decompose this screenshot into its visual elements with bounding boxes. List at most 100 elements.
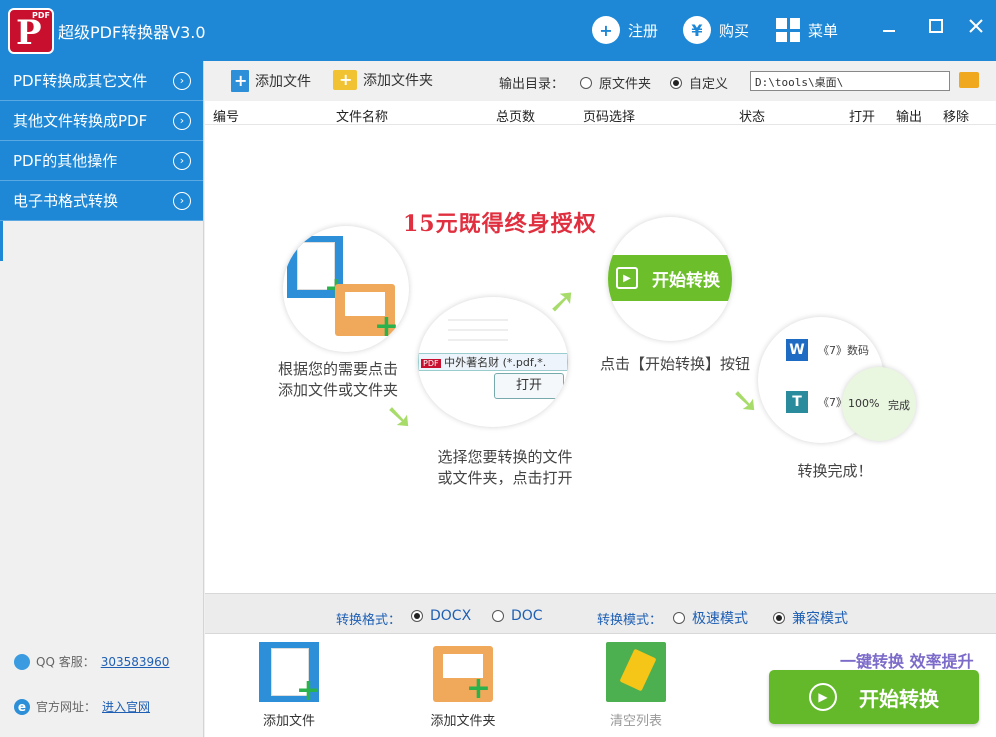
close-button[interactable]	[964, 14, 988, 38]
sidebar-active-indicator	[0, 221, 3, 261]
maximize-button[interactable]	[924, 14, 948, 38]
done-status: 完成	[888, 397, 910, 413]
convert-options-bar: 转换格式： DOCX DOC 转换模式： 极速模式 兼容模式	[205, 593, 996, 633]
col-total-pages: 总页数	[496, 106, 535, 125]
step3-illustration: ▶ 开始转换	[608, 217, 732, 341]
dialog-open-button: 打开	[494, 373, 564, 399]
col-remove: 移除	[943, 106, 969, 125]
chevron-right-icon: ›	[173, 72, 191, 90]
qq-support: QQ 客服： 303583960	[14, 653, 169, 670]
qq-number-link[interactable]: 303583960	[101, 655, 170, 669]
step2-line1: 选择您要转换的文件	[425, 447, 585, 468]
official-site: e 官方网址： 进入官网	[14, 698, 150, 715]
pdf-file-icon: PDF	[421, 359, 441, 368]
format-label: 转换格式：	[336, 609, 401, 628]
format-doc-radio[interactable]: DOC	[492, 608, 543, 624]
radio-checked-icon	[773, 612, 785, 624]
sidebar-item-label: 电子书格式转换	[13, 192, 118, 210]
chevron-right-icon: ›	[173, 192, 191, 210]
sidebar-item-pdf-to-other[interactable]: PDF转换成其它文件 ›	[0, 61, 203, 101]
step1-illustration: + +	[283, 226, 409, 352]
play-icon: ▶	[616, 267, 638, 289]
mode-compat-radio[interactable]: 兼容模式	[773, 608, 848, 628]
sidebar-item-ebook-convert[interactable]: 电子书格式转换 ›	[0, 181, 203, 221]
menu-button[interactable]: 菜单	[776, 15, 838, 45]
arrow-up-right-icon: ➚	[548, 281, 577, 321]
add-file-icon	[231, 70, 249, 92]
format-docx-label: DOCX	[430, 608, 471, 624]
start-convert-button[interactable]: ▶ 开始转换	[769, 670, 979, 724]
close-icon	[969, 19, 983, 33]
play-icon: ▶	[809, 683, 837, 711]
col-open: 打开	[849, 106, 875, 125]
add-file-large-icon: +	[259, 642, 319, 702]
clear-list-button[interactable]: 清空列表	[586, 642, 686, 729]
format-docx-radio[interactable]: DOCX	[411, 608, 471, 624]
progress-bubble: 100% 完成	[842, 367, 916, 441]
clear-list-label: 清空列表	[586, 710, 686, 729]
step2-text: 选择您要转换的文件 或文件夹，点击打开	[425, 447, 585, 489]
minimize-button[interactable]	[877, 14, 901, 38]
grid-menu-icon	[776, 18, 800, 42]
buy-button[interactable]: ¥ 购买	[683, 15, 749, 45]
minimize-icon	[882, 19, 896, 33]
add-folder-big-icon: +	[335, 284, 395, 336]
step3-text: 点击【开始转换】按钮	[585, 354, 765, 375]
arrow-down-right-icon-2: ➘	[731, 381, 760, 421]
title-bar: P PDF 超级PDF转换器V3.0 + 注册 ¥ 购买 菜单	[0, 0, 996, 61]
site-label: 官方网址：	[36, 698, 96, 715]
mode-fast-radio[interactable]: 极速模式	[673, 608, 748, 628]
step1-line1: 根据您的需要点击	[263, 359, 413, 380]
arrow-down-right-icon: ➘	[385, 397, 414, 437]
step2-line2: 或文件夹，点击打开	[425, 468, 585, 489]
maximize-icon	[929, 19, 943, 33]
official-site-link[interactable]: 进入官网	[102, 698, 150, 715]
word-icon: W	[786, 339, 808, 361]
add-folder-large-icon: +	[433, 642, 493, 702]
mode-label: 转换模式：	[597, 609, 662, 628]
browse-folder-icon[interactable]	[959, 72, 979, 88]
broom-icon	[606, 642, 666, 702]
menu-label: 菜单	[808, 20, 838, 41]
register-label: 注册	[628, 20, 658, 41]
register-button[interactable]: + 注册	[592, 15, 658, 45]
sidebar-item-label: 其他文件转换成PDF	[13, 112, 147, 130]
output-custom-label: 自定义	[689, 73, 728, 92]
progress-text: 100%	[848, 397, 879, 410]
sidebar-item-label: PDF转换成其它文件	[13, 72, 147, 90]
bottom-add-file-button[interactable]: + 添加文件	[239, 642, 339, 729]
mode-fast-label: 极速模式	[692, 608, 748, 628]
step4-text: 转换完成！	[765, 461, 905, 482]
col-status: 状态	[739, 106, 765, 125]
output-original-radio[interactable]: 原文件夹	[580, 73, 651, 92]
output-custom-radio[interactable]: 自定义	[670, 73, 728, 92]
slogan-text: 一键转换 效率提升	[840, 648, 974, 672]
mode-compat-label: 兼容模式	[792, 608, 848, 628]
sidebar-item-pdf-other-ops[interactable]: PDF的其他操作 ›	[0, 141, 203, 181]
browser-icon: e	[14, 699, 30, 715]
output-original-label: 原文件夹	[599, 73, 651, 92]
sidebar-item-other-to-pdf[interactable]: 其他文件转换成PDF ›	[0, 101, 203, 141]
logo-tag: PDF	[32, 11, 50, 20]
main-panel: 添加文件 添加文件夹 输出目录： 原文件夹 自定义 D:\tools\桌面\ 编…	[205, 61, 996, 737]
bottom-add-folder-button[interactable]: + 添加文件夹	[413, 642, 513, 729]
radio-checked-icon	[411, 610, 423, 622]
user-add-icon: +	[592, 16, 620, 44]
chevron-right-icon: ›	[173, 152, 191, 170]
output-path-input[interactable]: D:\tools\桌面\	[750, 71, 950, 91]
col-output: 输出	[896, 106, 922, 125]
qq-label: QQ 客服：	[36, 653, 95, 670]
col-number: 编号	[213, 106, 239, 125]
sidebar: PDF转换成其它文件 › 其他文件转换成PDF › PDF的其他操作 › 电子书…	[0, 61, 204, 737]
add-folder-label: 添加文件夹	[363, 70, 433, 90]
add-folder-button[interactable]: 添加文件夹	[333, 70, 433, 90]
start-preview-label: 开始转换	[652, 266, 720, 291]
dialog-ext: (*.pdf,*.	[503, 356, 547, 369]
format-doc-label: DOC	[511, 608, 543, 624]
output-dir-label: 输出目录：	[499, 73, 564, 92]
add-folder-icon	[333, 70, 357, 90]
txt-icon: T	[786, 391, 808, 413]
bottom-add-file-label: 添加文件	[239, 710, 339, 729]
buy-label: 购买	[719, 20, 749, 41]
add-file-button[interactable]: 添加文件	[231, 70, 311, 92]
